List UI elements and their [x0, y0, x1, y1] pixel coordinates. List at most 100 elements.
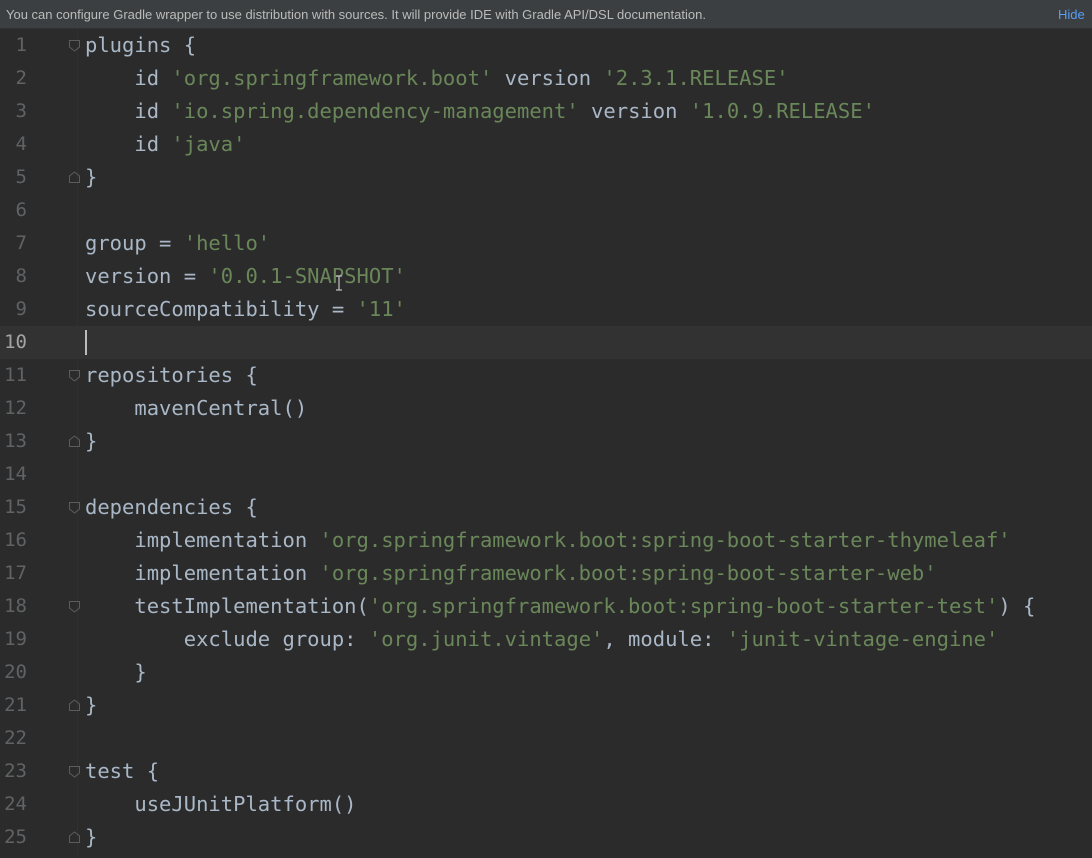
line-number: 7 [15, 232, 27, 254]
string-literal: 'hello' [183, 231, 271, 255]
code-line[interactable]: 20 } [0, 656, 1092, 689]
code-line[interactable]: 8 version = '0.0.1-SNAPSHOT' [0, 260, 1092, 293]
code-line[interactable]: 22 [0, 722, 1092, 755]
line-number: 23 [4, 760, 27, 782]
code-token: } [85, 429, 98, 453]
fold-collapse-icon[interactable] [68, 600, 81, 613]
code-text: } [85, 821, 97, 854]
code-token: } [85, 660, 147, 684]
line-number: 17 [4, 562, 27, 584]
code-token: id [85, 132, 172, 156]
line-number: 2 [15, 67, 27, 89]
code-line[interactable]: 21} [0, 689, 1092, 722]
fold-end-icon[interactable] [68, 699, 81, 712]
code-text: id 'java' [85, 128, 245, 161]
line-number: 22 [4, 727, 27, 749]
code-editor[interactable]: 1 plugins { 2 id 'org.springframework.boot… [0, 29, 1092, 858]
line-number: 25 [4, 826, 27, 848]
fold-collapse-icon[interactable] [68, 765, 81, 778]
code-line[interactable]: 3 id 'io.spring.dependency-management' v… [0, 95, 1092, 128]
line-number: 4 [15, 133, 27, 155]
fold-end-icon[interactable] [68, 171, 81, 184]
code-line[interactable]: 23 test { [0, 755, 1092, 788]
code-token: sourceCompatibility = [85, 297, 357, 321]
code-line[interactable]: 5} [0, 161, 1092, 194]
line-number: 1 [15, 34, 27, 56]
code-line[interactable]: 16 implementation 'org.springframework.b… [0, 524, 1092, 557]
string-literal: '2.3.1.RELEASE' [603, 66, 789, 90]
text-caret [85, 330, 87, 355]
string-literal: 'org.junit.vintage' [368, 627, 604, 651]
string-literal: 'org.springframework.boot:spring-boot-st… [319, 561, 937, 585]
code-text: id 'org.springframework.boot' version '2… [85, 62, 789, 95]
string-literal: 'org.springframework.boot:spring-boot-st… [368, 594, 999, 618]
mouse-ibeam-cursor-icon [336, 275, 342, 291]
line-number: 8 [15, 265, 27, 287]
code-line[interactable]: 12 mavenCentral() [0, 392, 1092, 425]
line-number: 5 [15, 166, 27, 188]
string-literal: 'java' [171, 132, 246, 156]
code-text: repositories { [85, 359, 258, 392]
code-token: version [578, 99, 690, 123]
fold-collapse-icon[interactable] [68, 39, 81, 52]
code-line[interactable]: 4 id 'java' [0, 128, 1092, 161]
line-number: 14 [4, 463, 27, 485]
line-number: 24 [4, 793, 27, 815]
string-literal: 'io.spring.dependency-management' [171, 99, 579, 123]
code-token: test { [85, 759, 160, 783]
code-token: , module: [603, 627, 727, 651]
code-line[interactable]: 17 implementation 'org.springframework.b… [0, 557, 1092, 590]
hide-banner-link[interactable]: Hide [1058, 7, 1085, 22]
fold-end-icon[interactable] [68, 831, 81, 844]
line-number: 9 [15, 298, 27, 320]
code-line[interactable]: 14 [0, 458, 1092, 491]
code-text: implementation 'org.springframework.boot… [85, 524, 1011, 557]
code-line[interactable]: 18 testImplementation('org.springframewo… [0, 590, 1092, 623]
code-token: plugins { [85, 33, 197, 57]
fold-collapse-icon[interactable] [68, 369, 81, 382]
line-number: 20 [4, 661, 27, 683]
string-literal: 'org.springframework.boot' [171, 66, 493, 90]
code-token: } [85, 825, 98, 849]
code-token: mavenCentral() [85, 396, 308, 420]
code-line[interactable]: 15 dependencies { [0, 491, 1092, 524]
code-text: group = 'hello' [85, 227, 270, 260]
code-line[interactable]: 6 [0, 194, 1092, 227]
code-text: mavenCentral() [85, 392, 307, 425]
code-text: implementation 'org.springframework.boot… [85, 557, 937, 590]
code-line[interactable]: 1 plugins { [0, 29, 1092, 62]
line-number: 15 [4, 496, 27, 518]
code-text: } [85, 689, 97, 722]
code-line[interactable]: 25} [0, 821, 1092, 854]
line-number: 16 [4, 529, 27, 551]
code-token: } [85, 165, 98, 189]
code-token: implementation [85, 528, 320, 552]
code-line[interactable]: 9 sourceCompatibility = '11' [0, 293, 1092, 326]
code-token: group = [85, 231, 184, 255]
code-text: exclude group: 'org.junit.vintage', modu… [85, 623, 999, 656]
code-text: id 'io.spring.dependency-management' ver… [85, 95, 875, 128]
code-line[interactable]: 2 id 'org.springframework.boot' version … [0, 62, 1092, 95]
string-literal: 'junit-vintage-engine' [726, 627, 999, 651]
line-number: 13 [4, 430, 27, 452]
code-token: implementation [85, 561, 320, 585]
code-line[interactable]: 13} [0, 425, 1092, 458]
code-text: testImplementation('org.springframework.… [85, 590, 1035, 623]
code-line[interactable]: 24 useJUnitPlatform() [0, 788, 1092, 821]
string-literal: 'org.springframework.boot:spring-boot-st… [319, 528, 1011, 552]
code-line[interactable]: 7 group = 'hello' [0, 227, 1092, 260]
line-number: 11 [4, 364, 27, 386]
line-number: 3 [15, 100, 27, 122]
code-line[interactable]: 10 [0, 326, 1092, 359]
string-literal: '11' [356, 297, 406, 321]
line-number: 6 [15, 199, 27, 221]
line-number: 21 [4, 694, 27, 716]
line-number: 10 [4, 331, 27, 353]
code-line[interactable]: 19 exclude group: 'org.junit.vintage', m… [0, 623, 1092, 656]
code-text: dependencies { [85, 491, 258, 524]
fold-collapse-icon[interactable] [68, 501, 81, 514]
fold-end-icon[interactable] [68, 435, 81, 448]
code-token: version = [85, 264, 209, 288]
code-line[interactable]: 11 repositories { [0, 359, 1092, 392]
code-token: repositories { [85, 363, 258, 387]
